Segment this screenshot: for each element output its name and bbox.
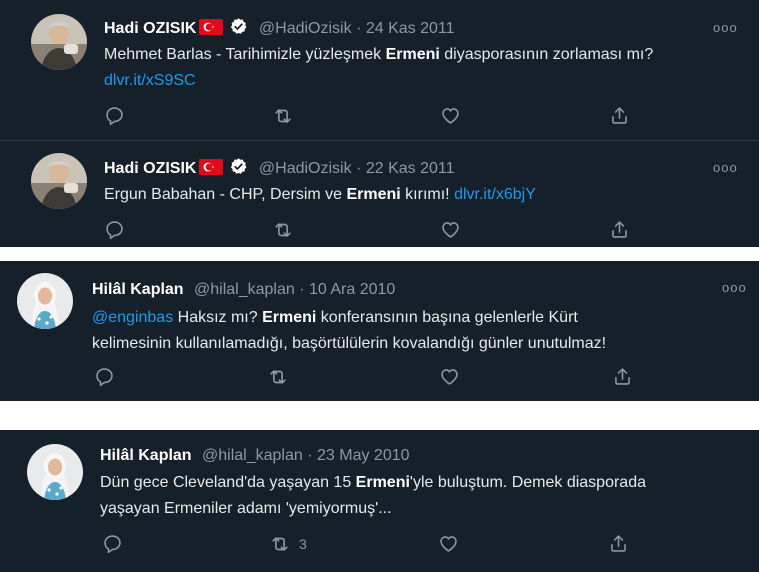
retweet-icon (269, 533, 291, 555)
tweet-actions (104, 219, 644, 241)
author-handle[interactable]: @hilal_kaplan (202, 447, 303, 464)
more-options-icon[interactable]: ooo (713, 20, 738, 35)
like-button[interactable] (440, 219, 461, 240)
tweet-text: Ergun Babahan - CHP, Dersim ve Ermeni kı… (104, 182, 744, 208)
dot-separator: · (299, 281, 305, 298)
tweet-date[interactable]: 23 May 2010 (317, 447, 410, 464)
share-icon (609, 219, 630, 240)
text-segment: Dün gece Cleveland'da yaşayan 15 (100, 474, 356, 491)
reply-button[interactable] (102, 533, 123, 554)
highlighted-term: Ermeni (355, 474, 410, 491)
author-name[interactable]: Hadi OZISIK (104, 160, 196, 177)
like-icon (440, 105, 461, 126)
tweet-text: Dün gece Cleveland'da yaşayan 15 Ermeni'… (100, 470, 750, 522)
tweet-panel: Hilâl Kaplan @hilal_kaplan · 10 Ara 2010… (0, 261, 759, 401)
retweet-count: 3 (299, 536, 307, 552)
tweet-header: Hilâl Kaplan @hilal_kaplan · 23 May 2010 (100, 447, 410, 465)
reply-button[interactable] (104, 219, 125, 240)
highlighted-term: Ermeni (346, 186, 401, 203)
tweet[interactable]: Hadi OZISIK @HadiOzisik · 24 Kas 2011 oo… (0, 0, 759, 134)
highlighted-term: Ermeni (385, 46, 440, 63)
tweet-date[interactable]: 22 Kas 2011 (366, 160, 455, 177)
avatar[interactable] (27, 444, 83, 500)
share-icon (608, 533, 629, 554)
like-button[interactable] (439, 366, 460, 387)
text-segment: yaşayan Ermeniler adamı 'yemiyormuş'... (100, 500, 392, 517)
tweet-panel: Hilâl Kaplan @hilal_kaplan · 23 May 2010… (0, 430, 759, 572)
retweet-button[interactable]: 3 (269, 533, 307, 555)
dot-separator: · (356, 20, 362, 37)
like-icon (438, 533, 459, 554)
text-segment: konferansının başına gelenlerle Kürt (316, 309, 578, 326)
tweet[interactable]: Hilâl Kaplan @hilal_kaplan · 10 Ara 2010… (0, 261, 759, 401)
reply-icon (102, 533, 123, 554)
tweet-link[interactable]: dlvr.it/x6bjY (454, 186, 536, 203)
like-button[interactable] (438, 533, 459, 554)
share-icon (612, 366, 633, 387)
retweet-button[interactable] (272, 219, 294, 241)
highlighted-term: Ermeni (262, 309, 317, 326)
tweet-actions (104, 105, 644, 127)
flag-icon (199, 159, 223, 180)
verified-icon (229, 17, 248, 41)
tweet-text: Mehmet Barlas - Tarihimizle yüzleşmek Er… (104, 42, 744, 94)
retweet-button[interactable] (272, 105, 294, 127)
reply-icon (104, 105, 125, 126)
retweet-button[interactable] (267, 366, 289, 388)
tweet-text: @enginbas Haksız mı? Ermeni konferansını… (92, 305, 752, 357)
reply-icon (104, 219, 125, 240)
tweet-header: Hadi OZISIK @HadiOzisik · 22 Kas 2011 (104, 157, 455, 181)
tweet-date[interactable]: 24 Kas 2011 (366, 20, 455, 37)
flag-icon (199, 19, 223, 40)
avatar[interactable] (31, 14, 87, 70)
text-segment: kırımı! (400, 186, 455, 203)
avatar[interactable] (17, 273, 73, 329)
reply-button[interactable] (104, 105, 125, 126)
verified-icon (229, 157, 248, 181)
author-name[interactable]: Hilâl Kaplan (100, 447, 192, 464)
more-options-icon[interactable]: ooo (713, 160, 738, 175)
share-button[interactable] (609, 219, 630, 240)
author-handle[interactable]: @hilal_kaplan (194, 281, 295, 298)
tweet-header: Hilâl Kaplan @hilal_kaplan · 10 Ara 2010 (92, 281, 395, 299)
avatar[interactable] (31, 153, 87, 209)
dot-separator: · (356, 160, 362, 177)
text-segment: kelimesinin kullanılamadığı, başörtülüle… (92, 335, 607, 352)
reply-icon (94, 366, 115, 387)
author-name[interactable]: Hadi OZISIK (104, 20, 196, 37)
more-options-icon[interactable]: ooo (722, 280, 747, 295)
text-segment: Mehmet Barlas - Tarihimizle yüzleşmek (104, 46, 386, 63)
author-name[interactable]: Hilâl Kaplan (92, 281, 184, 298)
text-segment: 'yle buluştum. Demek diasporada (409, 474, 646, 491)
like-icon (440, 219, 461, 240)
retweet-icon (272, 219, 294, 241)
tweet[interactable]: Hilâl Kaplan @hilal_kaplan · 23 May 2010… (0, 430, 759, 572)
retweet-icon (272, 105, 294, 127)
dot-separator: · (307, 447, 313, 464)
share-button[interactable] (609, 105, 630, 126)
tweet-thread-panel: Hadi OZISIK @HadiOzisik · 24 Kas 2011 oo… (0, 0, 759, 247)
retweet-icon (267, 366, 289, 388)
share-button[interactable] (612, 366, 633, 387)
text-segment: Haksız mı? (173, 309, 263, 326)
tweet-header: Hadi OZISIK @HadiOzisik · 24 Kas 2011 (104, 17, 455, 41)
author-handle[interactable]: @HadiOzisik (259, 20, 352, 37)
tweet-actions (94, 366, 654, 388)
like-icon (439, 366, 460, 387)
author-handle[interactable]: @HadiOzisik (259, 160, 352, 177)
like-button[interactable] (440, 105, 461, 126)
share-icon (609, 105, 630, 126)
text-segment: Ergun Babahan - CHP, Dersim ve (104, 186, 347, 203)
text-segment: diyasporasının zorlaması mı? (439, 46, 654, 63)
mention-link[interactable]: @enginbas (92, 309, 173, 326)
tweet-date[interactable]: 10 Ara 2010 (309, 281, 395, 298)
share-button[interactable] (608, 533, 629, 554)
tweet[interactable]: Hadi OZISIK @HadiOzisik · 22 Kas 2011 oo… (0, 140, 759, 247)
reply-button[interactable] (94, 366, 115, 387)
tweet-actions: 3 (102, 533, 642, 555)
tweet-link[interactable]: dlvr.it/xS9SC (104, 72, 196, 89)
